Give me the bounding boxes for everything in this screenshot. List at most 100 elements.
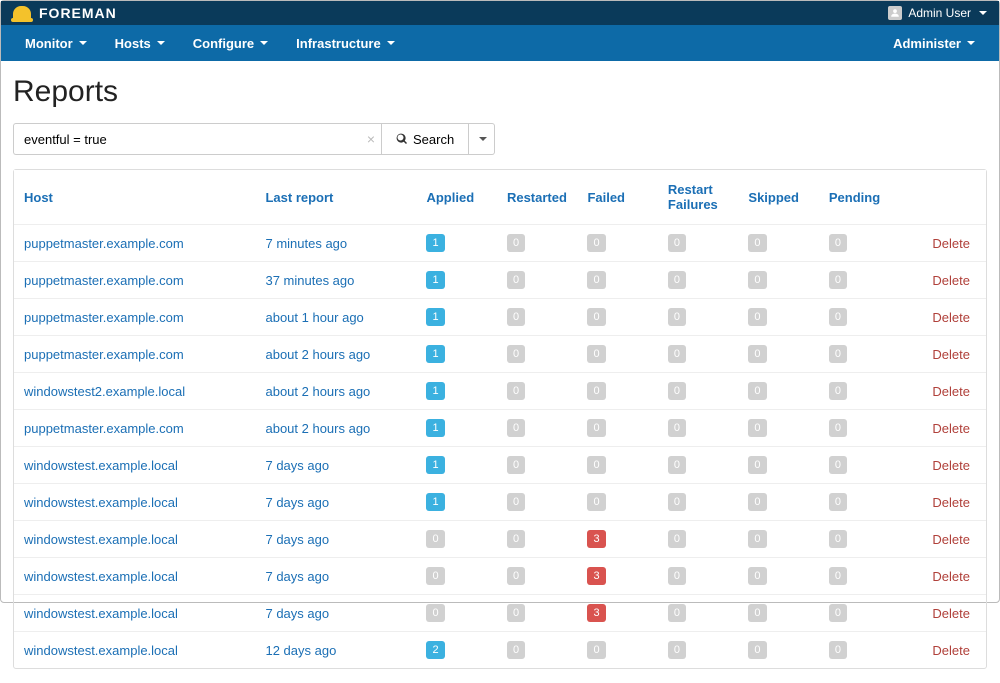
delete-link[interactable]: Delete bbox=[932, 643, 970, 658]
restart-failures-badge: 0 bbox=[668, 382, 686, 400]
table-row: puppetmaster.example.com about 1 hour ago… bbox=[14, 298, 986, 335]
report-time-link[interactable]: 7 days ago bbox=[265, 606, 329, 621]
delete-link[interactable]: Delete bbox=[932, 347, 970, 362]
failed-badge: 0 bbox=[587, 493, 605, 511]
nav-configure[interactable]: Configure bbox=[179, 25, 282, 61]
failed-badge: 0 bbox=[587, 234, 605, 252]
search-input[interactable] bbox=[13, 123, 381, 155]
report-time-link[interactable]: 7 days ago bbox=[265, 532, 329, 547]
report-time-link[interactable]: 37 minutes ago bbox=[265, 273, 354, 288]
host-link[interactable]: puppetmaster.example.com bbox=[24, 273, 184, 288]
report-time-link[interactable]: about 2 hours ago bbox=[265, 384, 370, 399]
host-link[interactable]: puppetmaster.example.com bbox=[24, 236, 184, 251]
caret-down-icon bbox=[79, 41, 87, 45]
host-link[interactable]: windowstest.example.local bbox=[24, 495, 178, 510]
host-link[interactable]: windowstest.example.local bbox=[24, 643, 178, 658]
delete-link[interactable]: Delete bbox=[932, 495, 970, 510]
pending-badge: 0 bbox=[829, 493, 847, 511]
nav-hosts[interactable]: Hosts bbox=[101, 25, 179, 61]
applied-badge: 1 bbox=[426, 456, 444, 474]
skipped-badge: 0 bbox=[748, 345, 766, 363]
restarted-badge: 0 bbox=[507, 530, 525, 548]
col-restart-failures[interactable]: Restart Failures bbox=[658, 170, 738, 224]
delete-link[interactable]: Delete bbox=[932, 569, 970, 584]
report-time-link[interactable]: 7 days ago bbox=[265, 458, 329, 473]
search-dropdown-button[interactable] bbox=[469, 123, 495, 155]
search-button-label: Search bbox=[413, 132, 454, 147]
applied-badge: 1 bbox=[426, 271, 444, 289]
restarted-badge: 0 bbox=[507, 604, 525, 622]
skipped-badge: 0 bbox=[748, 641, 766, 659]
host-link[interactable]: windowstest.example.local bbox=[24, 532, 178, 547]
nav-label: Administer bbox=[893, 36, 961, 51]
restarted-badge: 0 bbox=[507, 456, 525, 474]
col-applied[interactable]: Applied bbox=[416, 170, 496, 224]
restart-failures-badge: 0 bbox=[668, 419, 686, 437]
skipped-badge: 0 bbox=[748, 604, 766, 622]
host-link[interactable]: puppetmaster.example.com bbox=[24, 421, 184, 436]
nav-label: Configure bbox=[193, 36, 254, 51]
applied-badge: 0 bbox=[426, 530, 444, 548]
delete-link[interactable]: Delete bbox=[932, 458, 970, 473]
brand-name: FOREMAN bbox=[39, 5, 117, 21]
table-row: windowstest2.example.local about 2 hours … bbox=[14, 372, 986, 409]
report-time-link[interactable]: about 2 hours ago bbox=[265, 347, 370, 362]
host-link[interactable]: puppetmaster.example.com bbox=[24, 347, 184, 362]
nav-infrastructure[interactable]: Infrastructure bbox=[282, 25, 409, 61]
pending-badge: 0 bbox=[829, 308, 847, 326]
caret-down-icon bbox=[260, 41, 268, 45]
main-nav: Monitor Hosts Configure Infrastructure A… bbox=[1, 25, 999, 61]
host-link[interactable]: windowstest.example.local bbox=[24, 606, 178, 621]
delete-link[interactable]: Delete bbox=[932, 273, 970, 288]
search-button[interactable]: Search bbox=[381, 123, 469, 155]
report-time-link[interactable]: 7 days ago bbox=[265, 495, 329, 510]
col-host[interactable]: Host bbox=[14, 170, 255, 224]
col-last-report[interactable]: Last report bbox=[255, 170, 416, 224]
host-link[interactable]: windowstest.example.local bbox=[24, 569, 178, 584]
restarted-badge: 0 bbox=[507, 493, 525, 511]
delete-link[interactable]: Delete bbox=[932, 606, 970, 621]
delete-link[interactable]: Delete bbox=[932, 236, 970, 251]
pending-badge: 0 bbox=[829, 456, 847, 474]
restarted-badge: 0 bbox=[507, 345, 525, 363]
search-row: × Search bbox=[13, 123, 987, 155]
delete-link[interactable]: Delete bbox=[932, 384, 970, 399]
restart-failures-badge: 0 bbox=[668, 345, 686, 363]
host-link[interactable]: windowstest2.example.local bbox=[24, 384, 185, 399]
host-link[interactable]: puppetmaster.example.com bbox=[24, 310, 184, 325]
user-menu[interactable]: Admin User bbox=[888, 6, 987, 20]
host-link[interactable]: windowstest.example.local bbox=[24, 458, 178, 473]
table-row: windowstest.example.local7 days ago10000… bbox=[14, 446, 986, 483]
table-row: puppetmaster.example.com37 minutes ago10… bbox=[14, 261, 986, 298]
pending-badge: 0 bbox=[829, 567, 847, 585]
report-time-link[interactable]: 7 minutes ago bbox=[265, 236, 347, 251]
col-failed[interactable]: Failed bbox=[577, 170, 657, 224]
applied-badge: 0 bbox=[426, 604, 444, 622]
col-pending[interactable]: Pending bbox=[819, 170, 899, 224]
nav-monitor[interactable]: Monitor bbox=[11, 25, 101, 61]
delete-link[interactable]: Delete bbox=[932, 310, 970, 325]
table-row: puppetmaster.example.com about 2 hours ag… bbox=[14, 409, 986, 446]
foreman-logo-icon bbox=[13, 6, 31, 20]
failed-badge: 0 bbox=[587, 345, 605, 363]
clear-icon[interactable]: × bbox=[367, 131, 375, 147]
delete-link[interactable]: Delete bbox=[932, 421, 970, 436]
restart-failures-badge: 0 bbox=[668, 567, 686, 585]
col-skipped[interactable]: Skipped bbox=[738, 170, 818, 224]
pending-badge: 0 bbox=[829, 530, 847, 548]
pending-badge: 0 bbox=[829, 641, 847, 659]
restarted-badge: 0 bbox=[507, 234, 525, 252]
caret-down-icon bbox=[387, 41, 395, 45]
report-time-link[interactable]: about 1 hour ago bbox=[265, 310, 363, 325]
failed-badge: 0 bbox=[587, 419, 605, 437]
restart-failures-badge: 0 bbox=[668, 234, 686, 252]
report-time-link[interactable]: 7 days ago bbox=[265, 569, 329, 584]
report-time-link[interactable]: 12 days ago bbox=[265, 643, 336, 658]
report-time-link[interactable]: about 2 hours ago bbox=[265, 421, 370, 436]
col-restarted[interactable]: Restarted bbox=[497, 170, 577, 224]
table-row: windowstest.example.local12 days ago2000… bbox=[14, 631, 986, 668]
failed-badge: 3 bbox=[587, 530, 605, 548]
skipped-badge: 0 bbox=[748, 308, 766, 326]
delete-link[interactable]: Delete bbox=[932, 532, 970, 547]
nav-administer[interactable]: Administer bbox=[879, 25, 989, 61]
